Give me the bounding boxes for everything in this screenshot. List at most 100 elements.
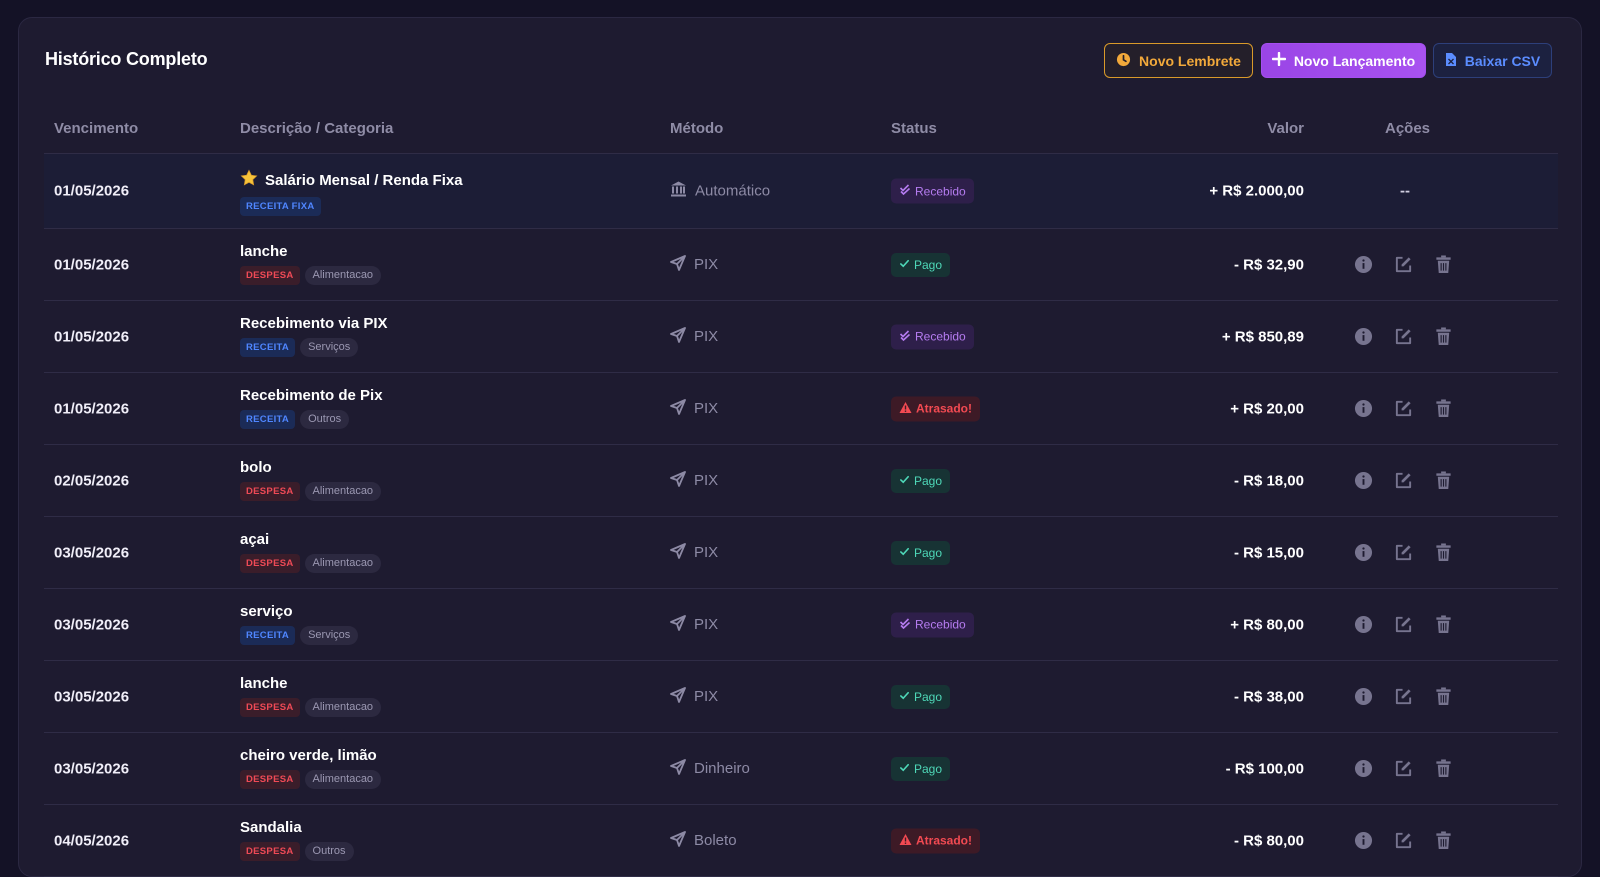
- trash-icon[interactable]: [1432, 254, 1454, 276]
- header-status[interactable]: Status: [891, 120, 937, 137]
- info-icon[interactable]: [1352, 758, 1374, 780]
- trash-icon[interactable]: [1432, 398, 1454, 420]
- tags: DESPESA Alimentacao: [240, 482, 382, 501]
- description-text: cheiro verde, limão: [240, 747, 377, 764]
- amount: - R$ 32,90: [1233, 256, 1304, 273]
- info-icon[interactable]: [1352, 326, 1374, 348]
- method-text: PIX: [694, 256, 719, 273]
- info-icon[interactable]: [1352, 470, 1374, 492]
- tags: DESPESA Outros: [240, 842, 354, 861]
- table-row: 04/05/2026 Sandalia DESPESA Outros Boleto Atr…: [44, 805, 1558, 877]
- new-reminder-button[interactable]: Novo Lembrete: [1104, 43, 1253, 78]
- header-vencimento[interactable]: Vencimento: [54, 120, 138, 137]
- trash-icon[interactable]: [1432, 686, 1454, 708]
- info-icon[interactable]: [1352, 686, 1374, 708]
- check-icon: [899, 546, 910, 560]
- trash-icon[interactable]: [1432, 542, 1454, 564]
- send-icon: [670, 830, 686, 851]
- header-valor[interactable]: Valor: [1267, 120, 1304, 137]
- edit-icon[interactable]: [1392, 470, 1414, 492]
- row-actions: [1352, 470, 1454, 492]
- new-reminder-label: Novo Lembrete: [1139, 52, 1241, 69]
- due-date: 01/05/2026: [54, 182, 130, 200]
- method-text: PIX: [694, 400, 719, 417]
- send-icon: [670, 326, 686, 347]
- category-tag: Outros: [304, 842, 354, 861]
- status-cell: Recebido: [891, 612, 974, 637]
- description-cell: cheiro verde, limão DESPESA Alimentacao: [240, 747, 382, 789]
- description-text: Recebimento de Pix: [240, 387, 383, 404]
- info-icon[interactable]: [1352, 830, 1374, 852]
- trash-icon[interactable]: [1432, 326, 1454, 348]
- description-text: lanche: [240, 243, 288, 260]
- status-badge: Pago: [891, 684, 951, 709]
- edit-icon[interactable]: [1392, 758, 1414, 780]
- status-cell: Pago: [891, 468, 951, 493]
- new-entry-button[interactable]: Novo Lançamento: [1261, 43, 1426, 78]
- description-cell: serviço RECEITA Serviços: [240, 603, 359, 645]
- tags: DESPESA Alimentacao: [240, 770, 382, 789]
- due-date: 04/05/2026: [54, 832, 130, 849]
- description-text: Recebimento via PIX: [240, 315, 388, 332]
- info-icon[interactable]: [1352, 254, 1374, 276]
- page-title: Histórico Completo: [45, 49, 208, 69]
- trash-icon[interactable]: [1432, 758, 1454, 780]
- table-row: 03/05/2026 serviço RECEITA Serviços PIX Receb…: [44, 589, 1558, 661]
- description-cell: Recebimento via PIX RECEITA Serviços: [240, 315, 388, 357]
- method-cell: PIX: [670, 686, 718, 707]
- method-cell: PIX: [670, 614, 718, 635]
- category-tag: Alimentacao: [304, 266, 382, 285]
- clock-icon: [1116, 52, 1131, 70]
- method-text: PIX: [694, 328, 719, 345]
- description-cell: bolo DESPESA Alimentacao: [240, 459, 382, 501]
- download-csv-label: Baixar CSV: [1464, 52, 1541, 69]
- due-date: 03/05/2026: [54, 616, 130, 633]
- csv-file-icon: [1445, 52, 1457, 70]
- table-row: 03/05/2026 açai DESPESA Alimentacao PIX Pago -…: [44, 517, 1558, 589]
- edit-icon[interactable]: [1392, 614, 1414, 636]
- edit-icon[interactable]: [1392, 542, 1414, 564]
- description-text: serviço: [240, 603, 293, 620]
- info-icon[interactable]: [1352, 542, 1374, 564]
- status-text: Recebido: [915, 617, 966, 632]
- status-cell: Recebido: [891, 178, 974, 204]
- edit-icon[interactable]: [1392, 326, 1414, 348]
- tags: RECEITA Serviços: [240, 626, 359, 645]
- status-text: Recebido: [915, 329, 966, 344]
- description-title: bolo: [240, 459, 381, 476]
- edit-icon[interactable]: [1392, 254, 1414, 276]
- method-text: Boleto: [694, 832, 737, 849]
- type-tag: DESPESA: [240, 482, 300, 501]
- row-actions: [1352, 830, 1454, 852]
- method-cell: PIX: [670, 254, 719, 275]
- trash-icon[interactable]: [1432, 470, 1454, 492]
- amount: - R$ 80,00: [1233, 832, 1304, 849]
- download-csv-button[interactable]: Baixar CSV: [1433, 43, 1552, 78]
- status-cell: Atrasado!: [891, 828, 981, 853]
- table-row: 03/05/2026 lanche DESPESA Alimentacao PIX Pag…: [44, 661, 1558, 733]
- header-descricao[interactable]: Descrição / Categoria: [240, 120, 393, 137]
- edit-icon[interactable]: [1392, 398, 1414, 420]
- table-header: Vencimento Descrição / Categoria Método …: [44, 110, 1558, 154]
- check-icon: [899, 474, 910, 488]
- table-body: 01/05/2026 Salário Mensal / Renda Fixa REC…: [44, 154, 1558, 877]
- category-tag: Serviços: [300, 338, 359, 357]
- trash-icon[interactable]: [1432, 614, 1454, 636]
- status-cell: Pago: [891, 540, 951, 565]
- status-text: Atrasado!: [916, 401, 973, 416]
- trash-icon[interactable]: [1432, 830, 1454, 852]
- table-row: 03/05/2026 cheiro verde, limão DESPESA Alim…: [44, 733, 1558, 805]
- info-icon[interactable]: [1352, 614, 1374, 636]
- row-actions: [1352, 614, 1454, 636]
- status-badge: Recebido: [891, 178, 974, 204]
- row-actions: [1352, 686, 1454, 708]
- table-row: 01/05/2026 Salário Mensal / Renda Fixa REC…: [44, 154, 1558, 229]
- warning-icon: [899, 833, 912, 848]
- header-metodo[interactable]: Método: [670, 120, 723, 137]
- amount: + R$ 20,00: [1230, 400, 1304, 417]
- edit-icon[interactable]: [1392, 686, 1414, 708]
- edit-icon[interactable]: [1392, 830, 1414, 852]
- new-entry-label: Novo Lançamento: [1293, 52, 1416, 69]
- description-text: Salário Mensal / Renda Fixa: [265, 171, 463, 189]
- info-icon[interactable]: [1352, 398, 1374, 420]
